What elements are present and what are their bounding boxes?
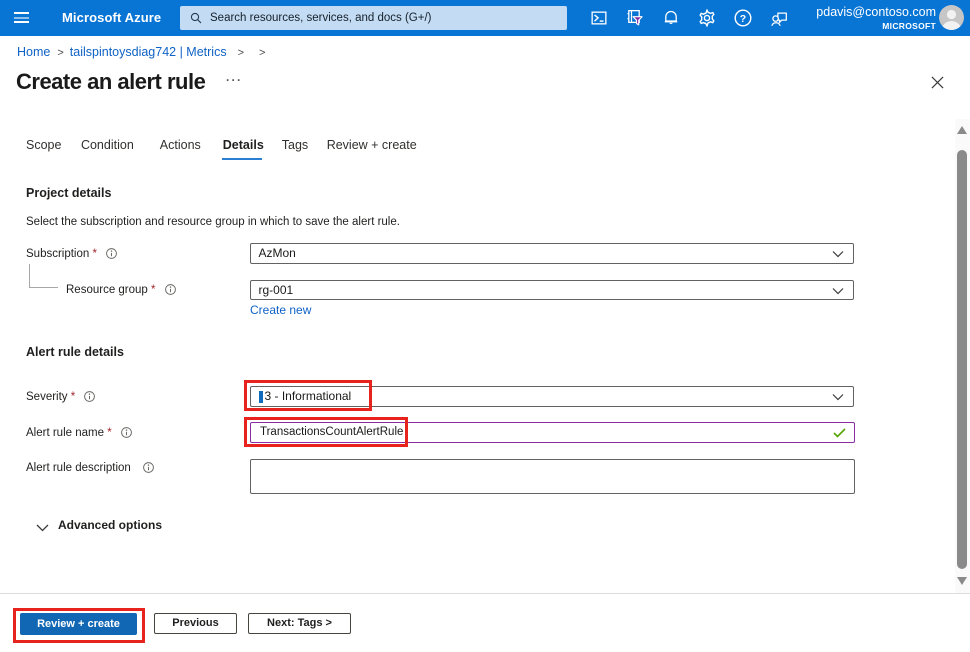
svg-text:?: ? [740,13,746,25]
